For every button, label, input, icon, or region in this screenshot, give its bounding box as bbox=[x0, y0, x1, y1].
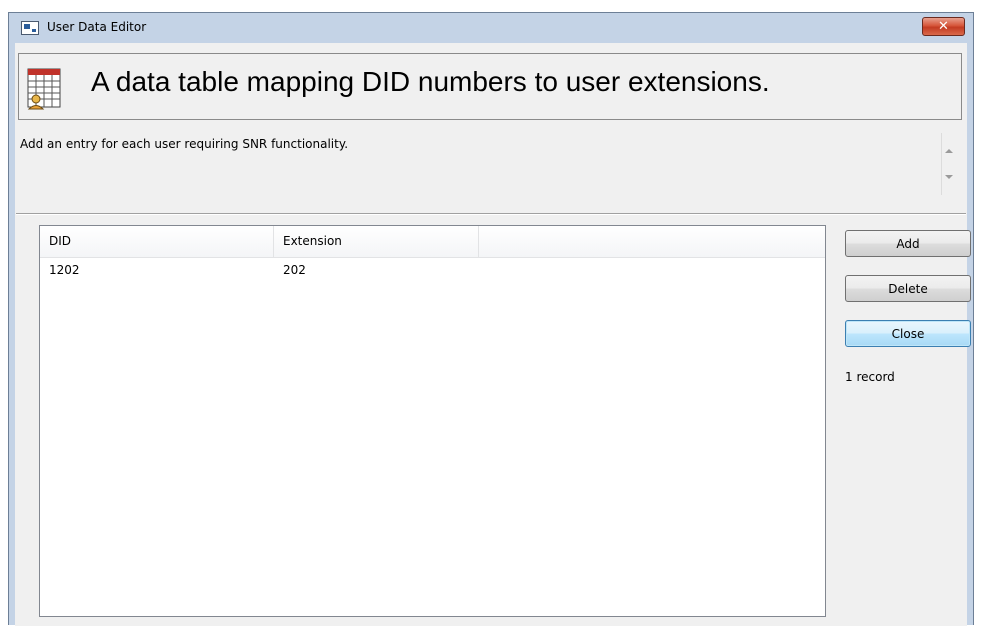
column-header-empty[interactable] bbox=[479, 226, 825, 257]
table-row[interactable]: 1202 202 bbox=[40, 260, 825, 280]
user-data-table[interactable]: DID Extension 1202 202 bbox=[39, 225, 826, 617]
table-header: DID Extension bbox=[40, 226, 825, 258]
column-header-did[interactable]: DID bbox=[40, 226, 274, 257]
scroll-down-icon[interactable] bbox=[945, 175, 953, 179]
separator-line bbox=[16, 213, 966, 215]
column-header-extension[interactable]: Extension bbox=[274, 226, 479, 257]
delete-button[interactable]: Delete bbox=[845, 275, 971, 302]
cell-did: 1202 bbox=[49, 263, 80, 277]
cell-extension: 202 bbox=[283, 263, 306, 277]
add-button[interactable]: Add bbox=[845, 230, 971, 257]
user-data-editor-window: User Data Editor ✕ A data table mapping … bbox=[8, 12, 974, 626]
banner-title: A data table mapping DID numbers to user… bbox=[91, 66, 770, 97]
dialog-client-area: A data table mapping DID numbers to user… bbox=[15, 43, 971, 626]
description-text: Add an entry for each user requiring SNR… bbox=[20, 137, 349, 151]
description-scrollbar[interactable] bbox=[941, 133, 956, 195]
window-title: User Data Editor bbox=[47, 20, 147, 34]
description-area: Add an entry for each user requiring SNR… bbox=[18, 133, 962, 201]
close-button[interactable]: Close bbox=[845, 320, 971, 347]
table-user-icon bbox=[27, 68, 61, 110]
record-count-label: 1 record bbox=[845, 370, 895, 384]
title-bar[interactable]: User Data Editor ✕ bbox=[9, 13, 973, 43]
header-banner: A data table mapping DID numbers to user… bbox=[18, 53, 962, 120]
window-close-button[interactable]: ✕ bbox=[922, 17, 965, 36]
close-icon: ✕ bbox=[938, 19, 949, 34]
app-window-icon bbox=[21, 21, 39, 35]
scroll-up-icon[interactable] bbox=[945, 149, 953, 153]
